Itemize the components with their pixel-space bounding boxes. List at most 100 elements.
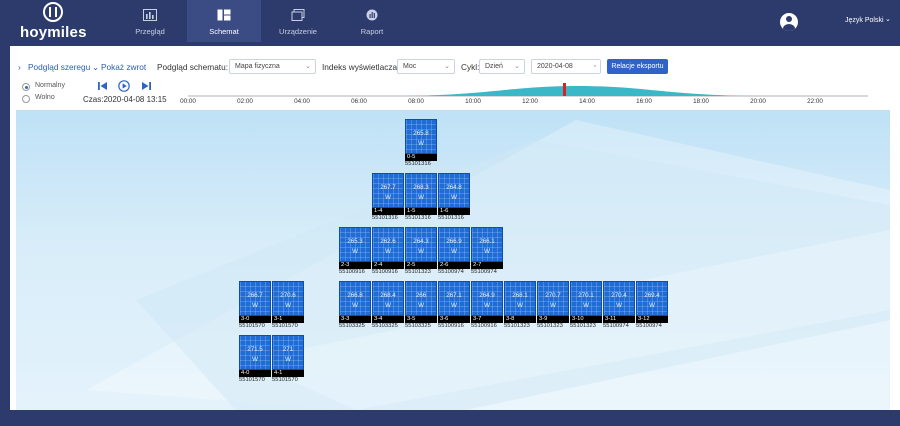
module-panel: 270.7 W (537, 281, 569, 316)
language-selector[interactable]: Język Polski (845, 17, 884, 24)
radio-normal[interactable] (22, 83, 30, 91)
pv-module[interactable]: 269.4 W 3-12 55100974 (636, 281, 668, 330)
skip-back-icon[interactable] (97, 80, 109, 92)
module-id: 4-1 (272, 370, 304, 377)
mode-normal-label: Normalny (35, 82, 65, 89)
pv-module[interactable]: 268.1 W 3-8 55101323 (504, 281, 536, 330)
pv-module[interactable]: 264.8 W 1-6 55101316 (438, 173, 470, 222)
module-power: 262.6 (380, 238, 396, 245)
module-power: 264.3 (413, 238, 429, 245)
module-unit: W (385, 248, 391, 255)
module-id: 2-5 (405, 262, 437, 269)
display-index-select[interactable]: Moc ⌄ (397, 59, 455, 74)
pv-module[interactable]: 266 W 3-5 55103325 (405, 281, 437, 330)
module-panel: 266.7 W (239, 281, 271, 316)
nav-item-schema[interactable]: Schemat (187, 0, 261, 42)
module-panel: 262.6 W (372, 227, 404, 262)
pv-module[interactable]: 266.7 W 3-0 55101570 (239, 281, 271, 330)
module-id: 3-3 (339, 316, 371, 323)
show-collapse-link[interactable]: Pokaż zwrot (101, 59, 146, 75)
module-power: 268.4 (380, 292, 396, 299)
tick-label: 22:00 (807, 98, 823, 105)
play-icon[interactable] (118, 80, 130, 92)
timeline-marker[interactable] (563, 83, 566, 96)
schema-view-select[interactable]: Mapa fizyczna ⌄ (229, 59, 316, 74)
module-serial: 55100974 (636, 323, 662, 329)
pv-module[interactable]: 265.8 W 0-5 55101316 (405, 119, 437, 168)
date-input[interactable]: 2020-04-08 ▫ (531, 59, 601, 74)
nav-item-report[interactable]: Raport (335, 0, 409, 42)
pv-module[interactable]: 262.6 W 2-4 55100916 (372, 227, 404, 276)
pv-module[interactable]: 265.3 W 2-3 55100916 (339, 227, 371, 276)
module-id: 0-5 (405, 154, 437, 161)
module-power: 266.1 (479, 238, 495, 245)
nav-item-device[interactable]: Urządzenie (261, 0, 335, 42)
tick-label: 18:00 (693, 98, 709, 105)
string-view-link[interactable]: Podgląd szeregu (28, 59, 90, 75)
module-panel: 268.3 W (405, 173, 437, 208)
nav-label-overview: Przegląd (135, 27, 165, 36)
pv-module[interactable]: 271.5 W 4-0 55101570 (239, 335, 271, 384)
tick-label: 10:00 (465, 98, 481, 105)
chevron-down-icon[interactable]: ⌄ (92, 59, 99, 75)
module-unit: W (517, 302, 523, 309)
chevron-right-icon[interactable]: › (18, 59, 21, 75)
layout-icon (217, 9, 231, 21)
module-id: 3-7 (471, 316, 503, 323)
logo-mark-icon (43, 2, 63, 22)
pv-module[interactable]: 264.3 W 2-5 55101323 (405, 227, 437, 276)
tick-label: 04:00 (294, 98, 310, 105)
module-panel: 268.1 W (504, 281, 536, 316)
module-unit: W (418, 194, 424, 201)
module-id: 3-12 (636, 316, 668, 323)
export-button[interactable]: Relacje eksportu (607, 59, 668, 74)
pv-module[interactable]: 266.8 W 3-3 55103325 (339, 281, 371, 330)
pv-module[interactable]: 268.4 W 3-4 55103325 (372, 281, 404, 330)
tick-label: 14:00 (579, 98, 595, 105)
module-power: 264.8 (446, 184, 462, 191)
module-power: 267.7 (380, 184, 396, 191)
module-panel: 267.1 W (438, 281, 470, 316)
module-panel: 265.8 W (405, 119, 437, 154)
module-unit: W (649, 302, 655, 309)
module-panel: 265.3 W (339, 227, 371, 262)
module-unit: W (484, 248, 490, 255)
pv-module[interactable]: 268.3 W 1-5 55101316 (405, 173, 437, 222)
pv-module[interactable]: 271 W 4-1 55101570 (272, 335, 304, 384)
tick-label: 00:00 (180, 98, 196, 105)
nav-item-overview[interactable]: Przegląd (113, 0, 187, 42)
pv-module[interactable]: 270.1 W 3-10 55101323 (570, 281, 602, 330)
pv-module[interactable]: 270.4 W 3-11 55100974 (603, 281, 635, 330)
pv-module[interactable]: 267.7 W 1-4 55101316 (372, 173, 404, 222)
pv-module[interactable]: 264.9 W 3-7 55100916 (471, 281, 503, 330)
module-power: 264.9 (479, 292, 495, 299)
module-id: 3-5 (405, 316, 437, 323)
report-icon (366, 9, 378, 21)
display-index-value: Moc (403, 63, 417, 70)
display-index-label: Indeks wyświetlacza: (322, 62, 400, 72)
pv-module[interactable]: 270.7 W 3-9 55101323 (537, 281, 569, 330)
module-unit: W (451, 248, 457, 255)
tick-label: 16:00 (636, 98, 652, 105)
chevron-down-icon: ⌄ (444, 63, 450, 70)
hoymiles-logo[interactable]: hoymiles (20, 2, 86, 42)
module-id: 3-9 (537, 316, 569, 323)
module-unit: W (285, 302, 291, 309)
module-power: 268.3 (413, 184, 429, 191)
tick-label: 06:00 (351, 98, 367, 105)
module-id: 3-8 (504, 316, 536, 323)
main-nav: Przegląd Schemat Urządzenie Raport (113, 0, 409, 42)
module-power: 271.5 (247, 346, 263, 353)
skip-forward-icon[interactable] (140, 80, 152, 92)
user-avatar-icon[interactable] (780, 13, 798, 31)
pv-module[interactable]: 267.1 W 3-6 55100916 (438, 281, 470, 330)
pv-module[interactable]: 270.6 W 3-1 55101570 (272, 281, 304, 330)
pv-module[interactable]: 266.9 W 2-6 55100974 (438, 227, 470, 276)
pv-module[interactable]: 266.1 W 2-7 55100974 (471, 227, 503, 276)
cycle-select[interactable]: Dzień ⌄ (479, 59, 525, 74)
tick-label: 12:00 (522, 98, 538, 105)
module-panel: 267.7 W (372, 173, 404, 208)
module-id: 3-10 (570, 316, 602, 323)
chevron-down-icon[interactable]: ⌄ (885, 15, 891, 23)
module-id: 2-4 (372, 262, 404, 269)
